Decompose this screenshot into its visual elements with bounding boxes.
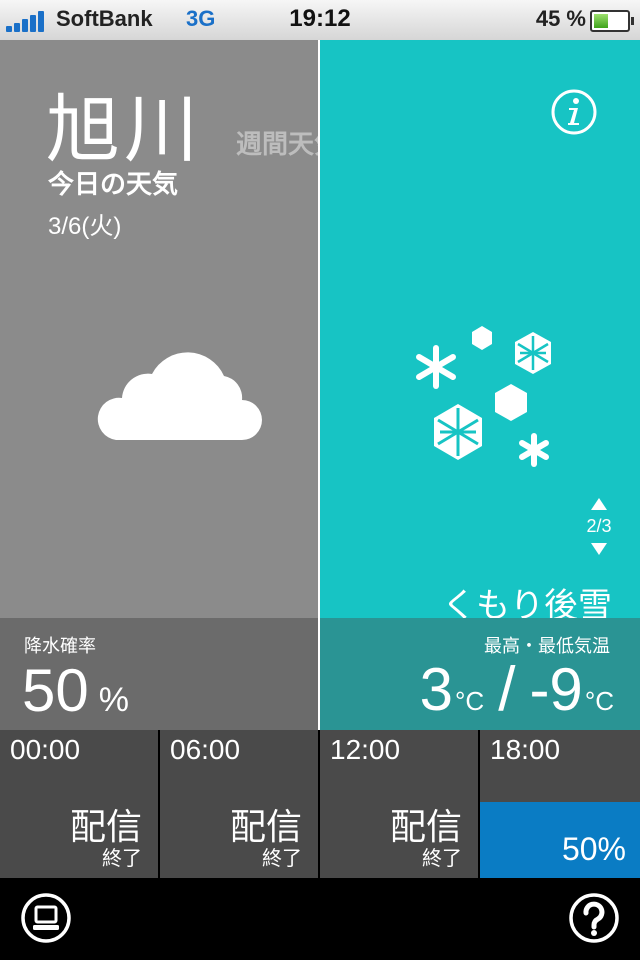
- temp-low: -9: [529, 656, 583, 723]
- bottom-toolbar: [0, 878, 640, 960]
- precipitation-number: 50: [22, 657, 89, 724]
- temp-high: 3: [419, 656, 454, 723]
- hour-time: 06:00: [170, 734, 241, 765]
- hour-status-sub: 終了: [102, 846, 142, 870]
- status-bar: SoftBank 3G 19:12 45 %: [0, 0, 640, 41]
- hour-cell-1200: 12:00 配信 終了: [320, 730, 478, 878]
- precipitation-value: 50%: [22, 656, 129, 725]
- hour-cell-0600: 06:00 配信 終了: [160, 730, 318, 878]
- forecast-date: 3/6(火): [48, 213, 122, 240]
- hour-status-sub: 終了: [422, 846, 462, 870]
- hour-cell-0000: 00:00 配信 終了: [0, 730, 158, 878]
- temp-high-unit: °C: [455, 686, 485, 716]
- page-indicator: 2/3: [586, 516, 612, 536]
- hour-cell-1800: 18:00 50%: [480, 730, 640, 878]
- hour-status-sub: 終了: [262, 846, 302, 870]
- page-switcher[interactable]: 2/3: [578, 498, 620, 555]
- precipitation-label: 降水確率: [24, 636, 96, 657]
- temperature-values: 3°C / -9°C: [420, 654, 614, 725]
- precipitation-unit: %: [98, 681, 129, 719]
- battery-icon: [590, 10, 634, 32]
- hour-time: 00:00: [10, 734, 81, 765]
- info-button[interactable]: [550, 88, 598, 136]
- hour-precip-percent: 50%: [561, 831, 626, 867]
- snow-icon: [416, 326, 551, 467]
- temp-low-unit: °C: [584, 686, 614, 716]
- hour-time: 18:00: [490, 734, 561, 765]
- tab-today-weather[interactable]: 今日の天気: [48, 164, 178, 201]
- down-arrow-icon[interactable]: [591, 543, 607, 555]
- laptop-icon[interactable]: [20, 892, 72, 944]
- precipitation-bar: 50%: [480, 802, 640, 878]
- cloud-icon: [97, 352, 262, 440]
- up-arrow-icon[interactable]: [591, 498, 607, 510]
- precipitation-box: 降水確率 50%: [0, 618, 318, 730]
- battery-percent: 45 %: [535, 6, 586, 31]
- temp-separator: /: [498, 655, 516, 724]
- city-name: 旭川: [46, 87, 202, 173]
- help-icon[interactable]: [568, 892, 620, 944]
- hourly-forecast: 00:00 配信 終了 06:00 配信 終了 12:00 配信 終了 18:0…: [0, 730, 640, 878]
- hour-time: 12:00: [330, 734, 401, 765]
- temperature-box: 最高・最低気温 3°C / -9°C: [320, 618, 640, 730]
